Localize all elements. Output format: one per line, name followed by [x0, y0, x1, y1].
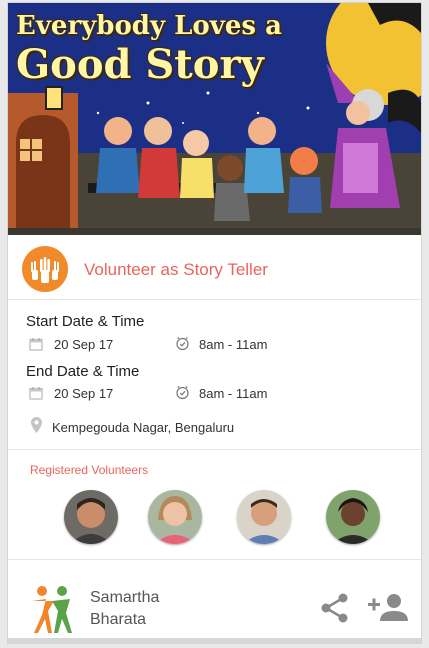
- divider: [8, 559, 421, 560]
- volunteer-avatar[interactable]: [326, 490, 380, 544]
- start-date-value: 20 Sep 17: [54, 337, 114, 352]
- volunteer-avatar[interactable]: [148, 490, 202, 544]
- start-time-value: 8am - 11am: [199, 337, 268, 352]
- banner-title: Everybody Loves a Good Story: [16, 13, 316, 85]
- event-card[interactable]: Everybody Loves a Good Story Volunteer a…: [7, 2, 422, 644]
- event-banner-image: Everybody Loves a Good Story: [8, 3, 421, 235]
- end-date-label: End Date & Time: [26, 363, 140, 380]
- add-person-icon[interactable]: [366, 591, 410, 625]
- volunteer-avatar[interactable]: [64, 490, 118, 544]
- banner-title-line1: Everybody Loves a: [16, 11, 282, 41]
- organization-logo-icon: [32, 586, 72, 633]
- calendar-icon: [29, 387, 43, 400]
- registered-volunteers-heading: Registered Volunteers: [30, 463, 149, 477]
- organization-name-line1: Samartha: [90, 589, 160, 606]
- calendar-icon: [29, 338, 43, 351]
- end-time-value: 8am - 11am: [199, 386, 268, 401]
- event-location[interactable]: Kempegouda Nagar, Bengaluru: [52, 420, 234, 435]
- event-header: Volunteer as Story Teller: [8, 243, 421, 295]
- event-title[interactable]: Volunteer as Story Teller: [84, 260, 268, 280]
- end-date-value: 20 Sep 17: [54, 386, 114, 401]
- raised-hands-icon: [22, 246, 68, 292]
- organization-name[interactable]: Samartha Bharata: [90, 587, 159, 631]
- volunteer-avatar[interactable]: [237, 490, 291, 544]
- organization-name-line2: Bharata: [90, 611, 147, 628]
- clock-icon: [176, 336, 189, 351]
- clock-icon: [176, 385, 189, 400]
- share-icon[interactable]: [318, 591, 352, 625]
- banner-title-line2: Good Story: [16, 41, 264, 88]
- start-date-label: Start Date & Time: [26, 313, 145, 330]
- divider: [8, 449, 421, 450]
- divider: [8, 299, 421, 300]
- card-bottom-border: [8, 638, 421, 643]
- location-pin-icon: [31, 417, 42, 433]
